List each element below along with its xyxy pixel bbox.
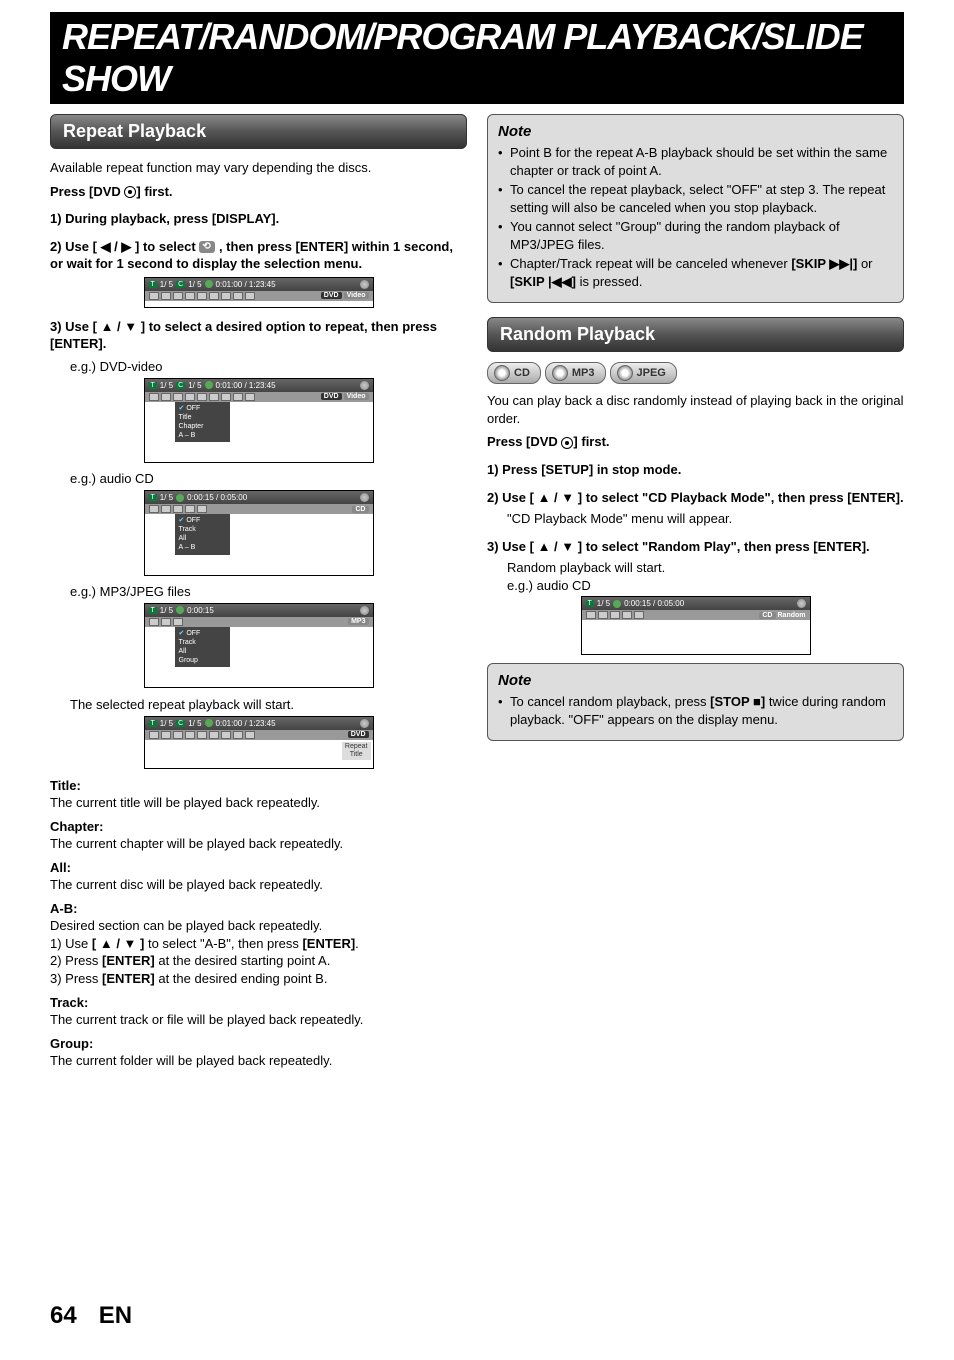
dvd-tag: DVD: [321, 292, 342, 299]
repeat-loop-icon: [199, 241, 215, 253]
random-intro: You can play back a disc randomly instea…: [487, 392, 904, 427]
def-all: All: The current disc will be played bac…: [50, 859, 467, 894]
note1-item: To cancel the repeat playback, select "O…: [498, 181, 893, 216]
repeat-step-1: 1) During playback, press [DISPLAY].: [50, 210, 467, 228]
osd-mini-icon: [149, 292, 159, 300]
status-dot-icon: [360, 280, 369, 289]
osd-repeat-menu-cd: OFF Track All A – B: [175, 514, 230, 554]
left-column: Repeat Playback Available repeat functio…: [50, 114, 467, 1076]
osd-title-counter: 1/ 5: [160, 280, 173, 289]
osd-t-badge: T: [149, 281, 157, 288]
repeat-intro: Available repeat function may vary depen…: [50, 159, 467, 177]
osd-mini-icon: [197, 292, 207, 300]
random-step-3-sub1: Random playback will start.: [507, 559, 904, 577]
def-ab: A-B: Desired section can be played back …: [50, 900, 467, 988]
note-box-2: Note To cancel random playback, press [S…: [487, 663, 904, 741]
osd-mini-icon: [245, 292, 255, 300]
dvd-disc-icon: [124, 186, 136, 198]
video-tag: Video: [344, 292, 369, 299]
selected-repeat-text: The selected repeat playback will start.: [70, 696, 467, 714]
def-track: Track: The current track or file will be…: [50, 994, 467, 1029]
press-dvd-first-1: Press [DVD ] first.: [50, 183, 467, 201]
badge-jpeg: JPEG: [610, 362, 677, 384]
section-random-playback: Random Playback: [487, 317, 904, 352]
repeat-step-2: 2) Use [ ◀ / ▶ ] to select , then press …: [50, 238, 467, 273]
clock-icon: [205, 280, 213, 288]
osd-c-badge: C: [176, 281, 185, 288]
page-main-title: REPEAT/RANDOM/PROGRAM PLAYBACK/SLIDE SHO…: [50, 12, 904, 104]
osd-screenshot-2: T 1/ 5 C 1/ 5 0:01:00 / 1:23:45 DVD Vide…: [144, 378, 374, 463]
osd-screenshot-5: T 1/ 5 C 1/ 5 0:01:00 / 1:23:45 DVD Repe…: [144, 716, 374, 769]
page-lang: EN: [99, 1302, 132, 1329]
osd-repeat-status: Repeat Title: [342, 742, 371, 761]
press-dvd-first-2: Press [DVD ] first.: [487, 433, 904, 451]
note-title-1: Note: [498, 123, 893, 140]
osd-mini-icon: [161, 292, 171, 300]
badge-cd: CD: [487, 362, 541, 384]
random-step-3: 3) Use [ ▲ / ▼ ] to select "Random Play"…: [487, 538, 904, 556]
osd-mini-icon: [209, 292, 219, 300]
random-step-2-sub: "CD Playback Mode" menu will appear.: [507, 510, 904, 528]
repeat-step-3: 3) Use [ ▲ / ▼ ] to select a desired opt…: [50, 318, 467, 353]
disc-icon: [494, 365, 510, 381]
format-badges: CD MP3 JPEG: [487, 362, 904, 384]
random-step-3-sub2: e.g.) audio CD: [507, 577, 904, 595]
osd-mini-icon: [173, 292, 183, 300]
osd-repeat-menu-mp3: OFF Track All Group: [175, 627, 230, 667]
def-group: Group: The current folder will be played…: [50, 1035, 467, 1070]
eg-dvd-label: e.g.) DVD-video: [70, 359, 467, 374]
osd-screenshot-3: T 1/ 5 0:00:15 / 0:05:00 CD OFF Track Al…: [144, 490, 374, 575]
eg-mp3-label: e.g.) MP3/JPEG files: [70, 584, 467, 599]
def-chapter: Chapter: The current chapter will be pla…: [50, 818, 467, 853]
page-number: 64EN: [50, 1302, 132, 1330]
osd-time: 0:01:00 / 1:23:45: [216, 280, 276, 289]
section-repeat-playback: Repeat Playback: [50, 114, 467, 149]
dvd-disc-icon: [561, 437, 573, 449]
osd-screenshot-4: T 1/ 5 0:00:15 MP3 OFF Track All Group: [144, 603, 374, 688]
badge-mp3: MP3: [545, 362, 606, 384]
osd-chap-counter: 1/ 5: [188, 280, 201, 289]
osd-repeat-menu-dvd: OFF Title Chapter A – B: [175, 402, 230, 442]
disc-icon: [552, 365, 568, 381]
note1-item: You cannot select "Group" during the ran…: [498, 218, 893, 253]
right-column: Note Point B for the repeat A-B playback…: [487, 114, 904, 1076]
random-status-label: Random: [778, 612, 806, 619]
osd-screenshot-1: T 1/ 5 C 1/ 5 0:01:00 / 1:23:45: [144, 277, 374, 308]
eg-cd-label: e.g.) audio CD: [70, 471, 467, 486]
note-box-1: Note Point B for the repeat A-B playback…: [487, 114, 904, 303]
note1-item: Chapter/Track repeat will be canceled wh…: [498, 255, 893, 290]
def-title: Title: The current title will be played …: [50, 777, 467, 812]
osd-screenshot-6: T 1/ 5 0:00:15 / 0:05:00 CD Random: [581, 596, 811, 655]
disc-icon: [617, 365, 633, 381]
osd-mini-icon: [221, 292, 231, 300]
osd-mini-icon: [233, 292, 243, 300]
note-title-2: Note: [498, 672, 893, 689]
random-step-1: 1) Press [SETUP] in stop mode.: [487, 461, 904, 479]
note2-item: To cancel random playback, press [STOP ■…: [498, 693, 893, 728]
random-step-2: 2) Use [ ▲ / ▼ ] to select "CD Playback …: [487, 489, 904, 507]
note1-item: Point B for the repeat A-B playback shou…: [498, 144, 893, 179]
osd-mini-icon: [185, 292, 195, 300]
